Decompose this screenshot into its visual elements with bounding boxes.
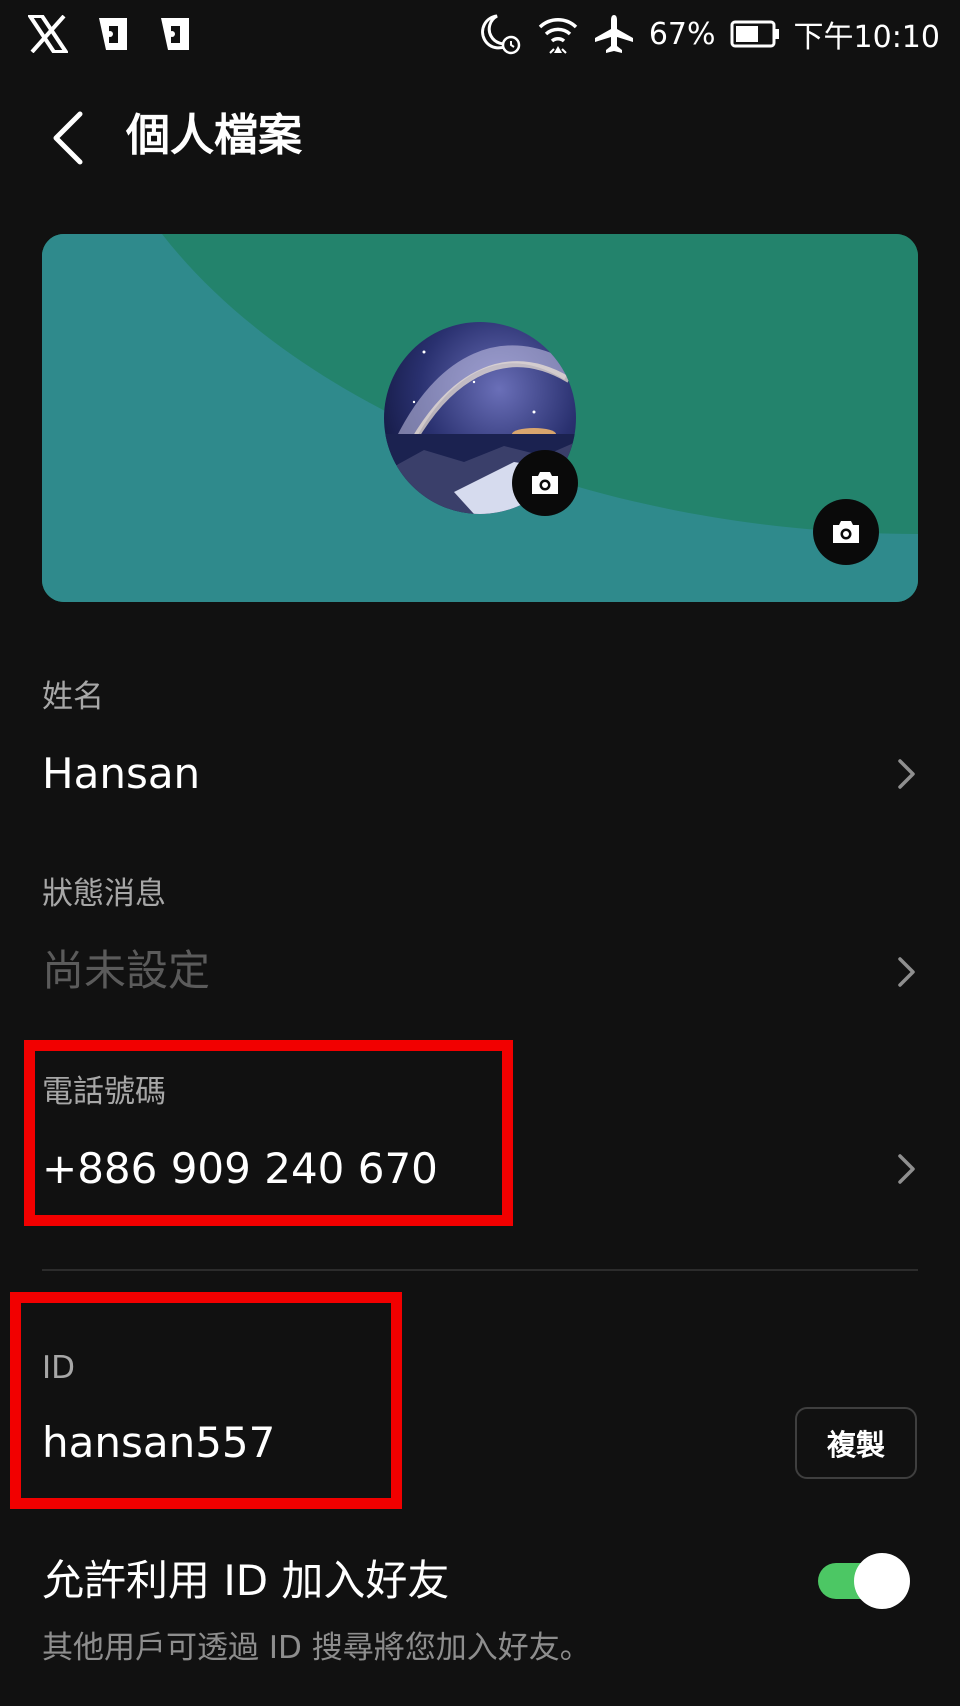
chevron-right-icon[interactable] — [896, 955, 918, 989]
status-bar-system: 67% 下午10:10 — [477, 10, 940, 58]
wifi-icon — [538, 18, 578, 54]
camera-icon — [532, 472, 558, 494]
id-highlight-box — [10, 1292, 402, 1509]
moon-alarm-icon — [480, 14, 521, 55]
status-bar-notifications — [28, 12, 192, 56]
notification-app-icon — [99, 18, 127, 50]
page-title: 個人檔案 — [126, 110, 302, 161]
chevron-right-icon[interactable] — [896, 1152, 918, 1186]
id-label: ID — [42, 1350, 76, 1386]
camera-icon — [833, 521, 859, 543]
name-label: 姓名 — [42, 679, 104, 715]
battery-percent: 67% — [648, 16, 716, 52]
section-divider — [42, 1269, 918, 1271]
allow-add-by-id-label: 允許利用 ID 加入好友 — [42, 1556, 450, 1605]
allow-add-by-id-description: 其他用戶可透過 ID 搜尋將您加入好友。 — [42, 1630, 591, 1666]
status-message-value[interactable]: 尚未設定 — [42, 943, 210, 999]
status-message-label: 狀態消息 — [42, 876, 166, 912]
change-cover-button[interactable] — [813, 499, 879, 565]
phone-highlight-box — [24, 1040, 513, 1226]
phone-value[interactable]: +886 909 240 670 — [42, 1141, 438, 1197]
battery-icon — [730, 20, 779, 48]
clock: 下午10:10 — [793, 20, 940, 55]
change-avatar-button[interactable] — [512, 450, 578, 516]
notification-app-icon — [161, 18, 189, 50]
allow-add-by-id-toggle[interactable] — [818, 1553, 910, 1609]
toggle-thumb — [854, 1553, 910, 1609]
back-arrow-icon[interactable] — [42, 108, 92, 168]
copy-id-button[interactable]: 複製 — [795, 1407, 917, 1479]
phone-label: 電話號碼 — [42, 1074, 166, 1110]
airplane-mode-icon — [594, 15, 633, 53]
x-logo-icon — [28, 15, 68, 53]
id-value: hansan557 — [42, 1418, 276, 1467]
chevron-right-icon[interactable] — [896, 757, 918, 791]
status-bar: 67% 下午10:10 — [0, 0, 960, 70]
name-value[interactable]: Hansan — [42, 746, 200, 802]
